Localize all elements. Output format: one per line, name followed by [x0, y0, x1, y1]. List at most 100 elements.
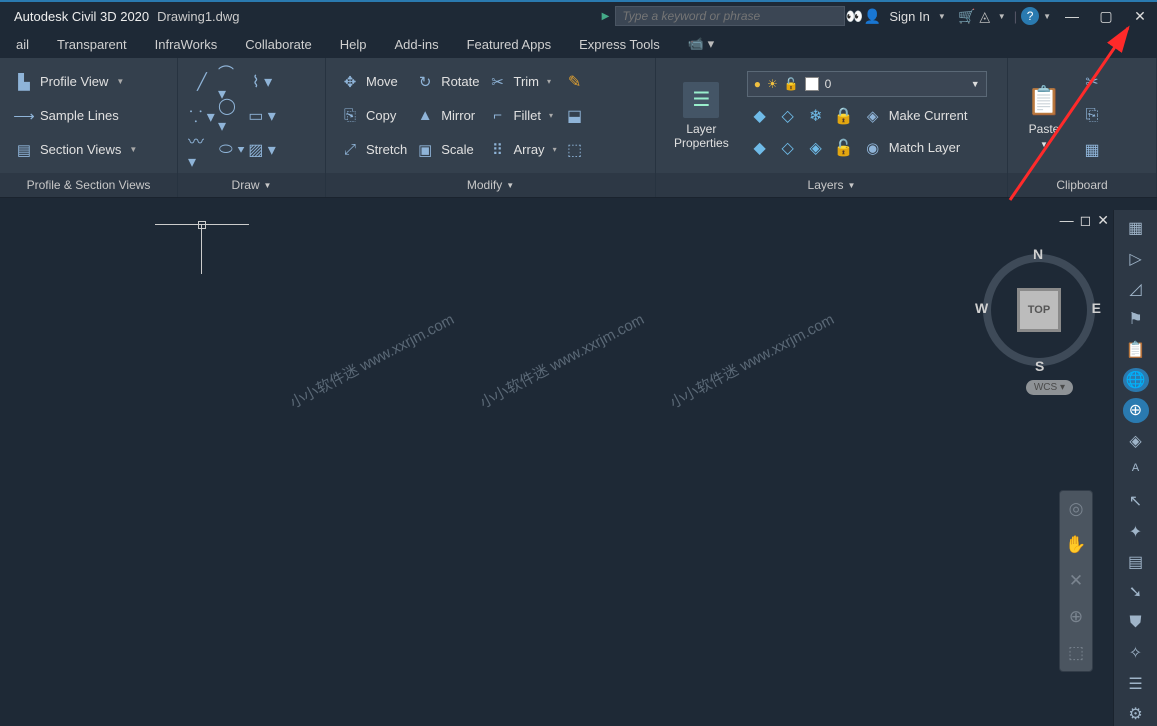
label: LayerProperties [674, 122, 729, 150]
cursor-icon[interactable]: ▷ [1123, 246, 1149, 270]
pointer-icon[interactable]: ↖ [1123, 489, 1149, 513]
cart-icon[interactable]: 🛒 [958, 8, 976, 25]
diamond-icon[interactable]: ◈ [1123, 429, 1149, 453]
panel-title: Clipboard [1008, 173, 1156, 197]
layerlock-icon[interactable]: 🔒 [831, 103, 857, 129]
erase-icon[interactable]: ⬚ [561, 134, 589, 166]
section-views-button[interactable]: ▤Section Views▼ [10, 134, 141, 166]
flag-icon[interactable]: ⚑ [1123, 307, 1149, 331]
paste-special-icon[interactable]: ▦ [1078, 134, 1106, 166]
funnel-icon[interactable]: ⛊ [1123, 611, 1149, 635]
scale-button[interactable]: ▣Scale [411, 134, 483, 166]
menu-item[interactable]: InfraWorks [141, 30, 232, 58]
section-views-icon: ▤ [14, 140, 34, 160]
menu-item[interactable]: ail [2, 30, 43, 58]
rectangle-icon[interactable]: ▭ ▾ [248, 100, 276, 132]
profile-view-button[interactable]: ▙Profile View▼ [10, 66, 141, 98]
showmotion-icon[interactable]: ⬚ [1064, 641, 1088, 665]
clipboard-icon[interactable]: 📋 [1123, 337, 1149, 361]
star-icon[interactable]: ✧ [1123, 641, 1149, 665]
layeriso-icon[interactable]: ◆ [747, 103, 773, 129]
layer-icon[interactable]: ◈ [803, 135, 829, 161]
close-button[interactable]: ✕ [1123, 2, 1157, 30]
vp-close-icon[interactable]: ✕ [1097, 212, 1109, 229]
spline-icon[interactable]: 〰 ▾ [188, 134, 216, 166]
search-input[interactable] [615, 6, 845, 26]
stretch-button[interactable]: ⤢Stretch [336, 134, 411, 166]
drawing-canvas[interactable]: 小小软件迷 www.xxrjm.com 小小软件迷 www.xxrjm.com … [0, 210, 1113, 726]
help-icon[interactable]: ? [1021, 7, 1039, 25]
pan-icon[interactable]: ✋ [1064, 533, 1088, 557]
trim-button[interactable]: ✂Trim▾ [484, 66, 561, 98]
compass-n[interactable]: N [1033, 246, 1043, 262]
steering-wheel-icon[interactable]: ◎ [1064, 497, 1088, 521]
copy-clip-icon[interactable]: ⎘ [1078, 100, 1106, 132]
make-current-button[interactable]: ◈Make Current [859, 103, 972, 129]
fillet-button[interactable]: ⌐Fillet▾ [484, 100, 561, 132]
zoom-extents-icon[interactable]: ✕ [1064, 569, 1088, 593]
array-button[interactable]: ⠿Array▾ [484, 134, 561, 166]
globe-icon[interactable]: 🌐 [1123, 368, 1149, 392]
panel-title[interactable]: Draw▼ [178, 173, 325, 197]
menu-item[interactable]: Collaborate [231, 30, 326, 58]
menu-item[interactable]: Add-ins [380, 30, 452, 58]
sheet-icon[interactable]: ▤ [1123, 550, 1149, 574]
move-button[interactable]: ✥Move [336, 66, 411, 98]
pencil-icon[interactable]: ✎ [561, 66, 589, 98]
sample-lines-button[interactable]: ⟶Sample Lines [10, 100, 141, 132]
orbit-icon[interactable]: ⊕ [1064, 605, 1088, 629]
match-layer-button[interactable]: ◉Match Layer [859, 135, 965, 161]
settings-icon[interactable]: ⚙ [1123, 702, 1149, 726]
chamfer-icon[interactable]: ⬓ [561, 100, 589, 132]
layer-properties-button[interactable]: ☰ LayerProperties [666, 64, 737, 167]
watermark: 小小软件迷 www.xxrjm.com [286, 308, 458, 413]
arc-icon[interactable]: ⌒ ▾ [218, 66, 246, 98]
viewcube-top-face[interactable]: TOP [1017, 288, 1061, 332]
vp-minimize-icon[interactable]: — [1060, 212, 1074, 229]
polyline-icon[interactable]: ⌇ ▾ [248, 66, 276, 98]
compass-s[interactable]: S [1035, 358, 1044, 374]
dd-icon[interactable]: ▼ [1039, 12, 1055, 21]
maximize-button[interactable]: ▢ [1089, 2, 1123, 30]
ellipse-icon[interactable]: ⬭ ▾ [218, 134, 246, 166]
vp-maximize-icon[interactable]: ◻ [1080, 212, 1092, 229]
panel-profile-section: ▙Profile View▼ ⟶Sample Lines ▤Section Vi… [0, 58, 178, 197]
layer-combo[interactable]: ● ☀ 🔓 0 ▼ [747, 71, 987, 97]
text-icon[interactable]: ᴬ [1123, 459, 1149, 483]
sparkle-icon[interactable]: ✦ [1123, 520, 1149, 544]
menu-item[interactable]: Featured Apps [453, 30, 566, 58]
geo-icon[interactable]: ⊕ [1123, 398, 1149, 422]
layer-icon[interactable]: ◆ [747, 135, 773, 161]
layerfrz-icon[interactable]: ❄ [803, 103, 829, 129]
copy-button[interactable]: ⎘Copy [336, 100, 411, 132]
a360-icon[interactable]: ◬ [976, 8, 994, 25]
menu-item[interactable]: Transparent [43, 30, 141, 58]
view-cube[interactable]: TOP N S E W [979, 250, 1099, 370]
dd-icon[interactable]: ▼ [994, 12, 1010, 21]
rotate-button[interactable]: ↻Rotate [411, 66, 483, 98]
panel-title[interactable]: Modify▼ [326, 173, 655, 197]
line-icon[interactable]: ╱ [188, 66, 216, 98]
hatch-icon[interactable]: ▨ ▾ [248, 134, 276, 166]
select-icon[interactable]: ◿ [1123, 277, 1149, 301]
layers-tool-icon[interactable]: ☰ [1123, 671, 1149, 695]
layeroff-icon[interactable]: ◇ [775, 103, 801, 129]
wcs-badge[interactable]: WCS ▾ [1026, 380, 1073, 395]
circle-icon[interactable]: ◯ ▾ [218, 100, 246, 132]
palette-icon[interactable]: ▦ [1123, 216, 1149, 240]
arc-tool-icon[interactable]: ➘ [1123, 580, 1149, 604]
layer-icon[interactable]: ◇ [775, 135, 801, 161]
panel-title[interactable]: Layers▼ [656, 173, 1007, 197]
signin-button[interactable]: Sign In▼ [881, 1, 957, 31]
cut-icon[interactable]: ✂ [1078, 66, 1106, 98]
menu-item[interactable]: Help [326, 30, 381, 58]
layerunlock-icon[interactable]: 🔓 [831, 135, 857, 161]
camera-icon[interactable]: 📹 ▾ [688, 36, 714, 52]
binoculars-icon[interactable]: 👀 [845, 8, 863, 25]
minimize-button[interactable]: — [1055, 2, 1089, 30]
menu-item[interactable]: Express Tools [565, 30, 674, 58]
paste-button[interactable]: 📋 Paste ▼ [1018, 64, 1070, 167]
compass-e[interactable]: E [1092, 300, 1101, 316]
mirror-button[interactable]: ▲Mirror [411, 100, 483, 132]
compass-w[interactable]: W [975, 300, 988, 316]
